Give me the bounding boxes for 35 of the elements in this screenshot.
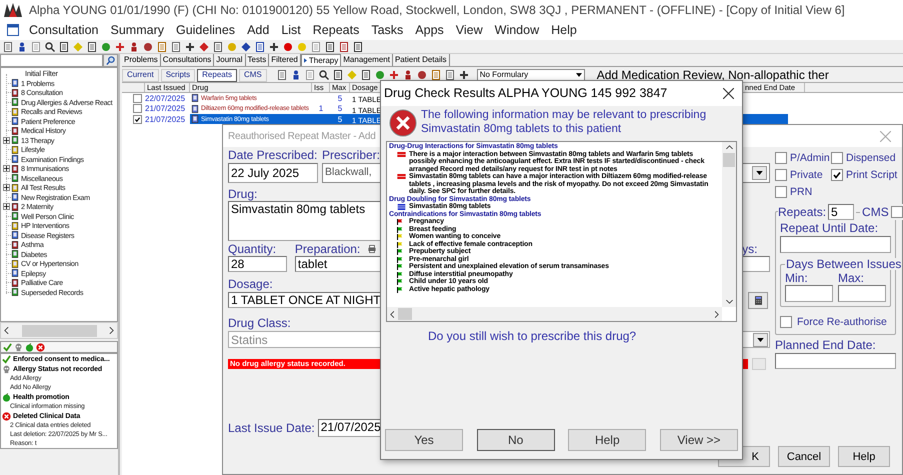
field-label: Drug Class: [228, 317, 291, 329]
dialog-title: Drug Check Results ALPHA YOUNG 145 992 3847 [384, 85, 668, 102]
table-cell: 5 [338, 94, 342, 103]
table-cell: 22/07/2025 [145, 94, 186, 103]
checkbox-label: Private [790, 168, 823, 180]
checkbox-label: Dispensed [846, 152, 896, 164]
field-label: Prescriber: [322, 149, 380, 161]
table-cell: 21/07/2025 [145, 104, 186, 114]
field-label: CMS [862, 206, 889, 218]
checkbox-label: Force Re-authorise [797, 316, 887, 328]
field-label: Min: [785, 272, 808, 284]
confirm-question: Do you still wish to prescribe this drug? [428, 328, 636, 345]
window-title: Alpha YOUNG 01/01/1990 (F) (CHI No: 0101900120) 55 Yellow Road, Stockwell, London, SW8 3QJ , PERMANENT - (OFFLINE) - [Copy of Initial View 6] [29, 2, 845, 19]
field-label: Days Between Issues [785, 258, 902, 270]
table-cell: 5 [338, 114, 342, 124]
field-label: Dosage: [228, 278, 273, 290]
field-label: Drug: [228, 188, 258, 200]
field-label: Planned End Date: [775, 339, 876, 351]
field-label: Last Issue Date: [228, 422, 315, 434]
table-cell: 5 [338, 104, 342, 114]
info-message: The following information may be relevant to prescribing Simvastatin 80mg tablets to this patient [421, 108, 708, 136]
field-label: Max: [838, 272, 864, 284]
dialog-title: Reauthorised Repeat Master - Add [228, 130, 376, 144]
checkbox-label: Print Script [846, 168, 898, 180]
review-text: Add Medication Review, Non-allopathic ther [596, 69, 829, 81]
field-label: Date Prescribed: [228, 149, 318, 161]
field-label: ys: [742, 243, 758, 255]
field-label: Repeats: [778, 206, 826, 218]
checkbox-label: P/Admin [790, 152, 830, 164]
field-label: Repeat Until Date: [780, 222, 878, 234]
field-label: Preparation: [294, 243, 360, 255]
field-label: Quantity: [228, 243, 276, 255]
table-cell: 1 [318, 104, 324, 114]
table-cell: 21/07/2025 [145, 114, 186, 124]
checkbox-label: PRN [790, 186, 812, 198]
